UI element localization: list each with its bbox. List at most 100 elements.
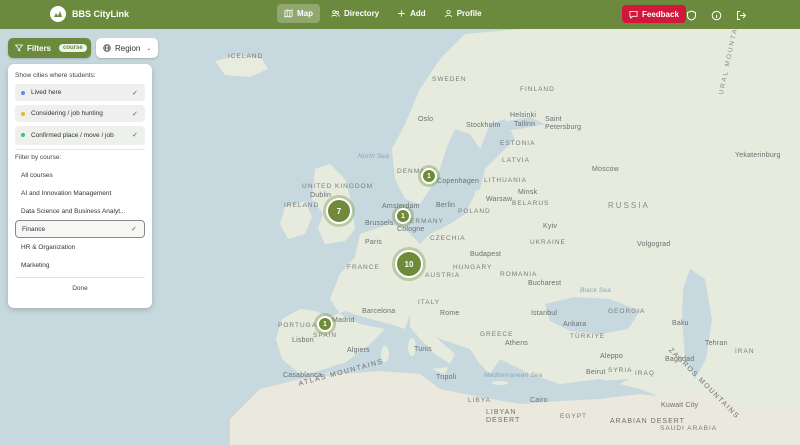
map-label-algiers: Algiers <box>347 347 370 354</box>
map-label-athens: Athens <box>505 340 528 347</box>
map-label-stockholm: Stockholm <box>466 122 501 129</box>
map-label-syria: SYRIA <box>608 367 633 374</box>
map-label-copenhagen: Copenhagen <box>437 178 480 185</box>
info-icon[interactable] <box>711 8 722 21</box>
map-label-dublin: Dublin <box>310 192 332 199</box>
region-dropdown[interactable]: Region ⌄ <box>96 38 158 58</box>
map-label-kyiv: Kyiv <box>543 223 558 230</box>
map-label-warsaw: Warsaw <box>486 196 513 203</box>
map-label-budapest: Budapest <box>470 251 502 258</box>
status-option-confirmed[interactable]: Confirmed place / move / job ✓ <box>15 126 145 145</box>
course-option-all[interactable]: All courses <box>15 166 145 184</box>
map-cluster-marker[interactable]: 1 <box>421 168 437 184</box>
blue-dot-icon <box>21 91 25 95</box>
logout-icon[interactable] <box>736 8 747 20</box>
status-filter-heading: Show cities where students: <box>15 72 96 79</box>
map-label-st-petersburg: Saint Petersburg <box>545 116 582 131</box>
map-label-barcelona: Barcelona <box>362 308 396 315</box>
shield-icon[interactable] <box>686 8 697 21</box>
map-label-finland: FINLAND <box>520 86 555 93</box>
map-label-lisbon: Lisbon <box>292 337 314 344</box>
map-label-spain: SPAIN <box>313 332 338 339</box>
map-label-ukraine: UKRAINE <box>530 239 566 246</box>
map-label-iran: IRAN <box>735 348 755 355</box>
map-label-libyan-desert: LIBYAN DESERT <box>486 409 521 424</box>
logo-icon <box>50 6 66 22</box>
nav-directory[interactable]: Directory <box>324 4 386 23</box>
status-option-label: Lived here <box>31 89 62 96</box>
map-label-cairo: Cairo <box>530 397 548 404</box>
done-button[interactable]: Done <box>15 277 145 292</box>
map-cluster-marker[interactable]: 1 <box>317 316 333 332</box>
map-label-iraq: IRAQ <box>635 370 655 377</box>
map-label-bucharest: Bucharest <box>528 280 562 287</box>
nav-map[interactable]: Map <box>277 4 320 23</box>
map-label-beirut: Beirut <box>586 369 606 376</box>
map-label-uk: UNITED KINGDOM <box>302 183 374 190</box>
green-dot-icon <box>21 133 25 137</box>
map-label-saudi-arabia: SAUDI ARABIA <box>660 425 718 432</box>
check-icon: ✓ <box>132 132 138 139</box>
map-cluster-marker[interactable]: 10 <box>395 250 423 278</box>
nav-profile[interactable]: Profile <box>437 4 489 23</box>
course-option-label: HR & Organization <box>21 243 76 251</box>
map-label-tallinn: Tallinn <box>514 121 536 128</box>
check-icon: ✓ <box>132 111 138 118</box>
map-label-latvia: LATVIA <box>502 157 530 164</box>
region-label: Region <box>115 43 141 53</box>
filter-icon <box>15 44 23 52</box>
nav-add-label: Add <box>410 9 426 18</box>
status-option-label: Confirmed place / move / job <box>31 132 114 139</box>
course-option-ai-innovation[interactable]: AI and Innovation Management <box>15 184 145 202</box>
brand[interactable]: BBS CityLink <box>50 6 129 22</box>
map-label-ankara: Ankara <box>563 321 587 328</box>
nav-directory-label: Directory <box>344 9 380 18</box>
course-option-hr[interactable]: HR & Organization <box>15 238 145 256</box>
course-option-label: AI and Innovation Management <box>21 189 112 197</box>
check-icon: ✓ <box>132 90 138 97</box>
map-label-oslo: Oslo <box>418 116 434 123</box>
map-cluster-marker[interactable]: 7 <box>326 198 352 224</box>
map-label-north-sea: North Sea <box>358 153 390 160</box>
map-label-aleppo: Aleppo <box>600 353 623 360</box>
filter-panel: Show cities where students: Lived here ✓… <box>8 64 152 308</box>
map-icon <box>284 9 293 18</box>
map-label-ireland: IRELAND <box>284 202 320 209</box>
message-icon <box>629 10 638 19</box>
map-label-lithuania: LITHUANIA <box>484 177 527 184</box>
course-option-label: All courses <box>21 171 53 179</box>
divider <box>15 149 145 150</box>
map-label-kuwait: Kuwait City <box>661 402 699 409</box>
map-label-istanbul: Istanbul <box>531 310 558 317</box>
status-option-lived-here[interactable]: Lived here ✓ <box>15 84 145 101</box>
yellow-dot-icon <box>21 112 25 116</box>
map-label-belarus: BELARUS <box>512 200 550 207</box>
map-label-greece: GREECE <box>480 331 514 338</box>
user-icon <box>444 9 452 18</box>
map-label-sweden: SWEDEN <box>432 76 467 83</box>
course-option-label: Finance <box>22 225 46 233</box>
course-option-finance[interactable]: Finance ✓ <box>15 220 145 238</box>
feedback-button[interactable]: Feedback <box>622 5 686 23</box>
active-filter-badge: course <box>59 44 87 52</box>
filters-button[interactable]: Filters course <box>8 38 91 58</box>
map-label-brussels: Brussels <box>365 220 394 227</box>
plus-icon <box>398 10 405 17</box>
nav-add[interactable]: Add <box>390 4 433 23</box>
map-label-georgia: GEORGIA <box>608 308 646 315</box>
map-label-portugal: PORTUGAL <box>278 322 322 329</box>
status-option-label: Considering / job hunting <box>31 110 103 117</box>
map-cluster-marker[interactable]: 1 <box>395 208 411 224</box>
map-label-mediterranean: Mediterranean Sea <box>484 372 543 379</box>
course-option-label: Marketing <box>21 261 50 269</box>
map-label-baghdad: Baghdad <box>665 356 695 363</box>
feedback-label: Feedback <box>642 9 679 19</box>
check-icon: ✓ <box>131 226 137 233</box>
status-option-considering[interactable]: Considering / job hunting ✓ <box>15 105 145 122</box>
course-option-data-science[interactable]: Data Science and Business Analyt... <box>15 202 145 220</box>
map-label-volgograd: Volgograd <box>637 241 671 248</box>
map-label-russia: RUSSIA <box>608 201 650 210</box>
map-label-minsk: Minsk <box>518 189 538 196</box>
course-option-marketing[interactable]: Marketing <box>15 256 145 274</box>
map-label-paris: Paris <box>365 239 382 246</box>
